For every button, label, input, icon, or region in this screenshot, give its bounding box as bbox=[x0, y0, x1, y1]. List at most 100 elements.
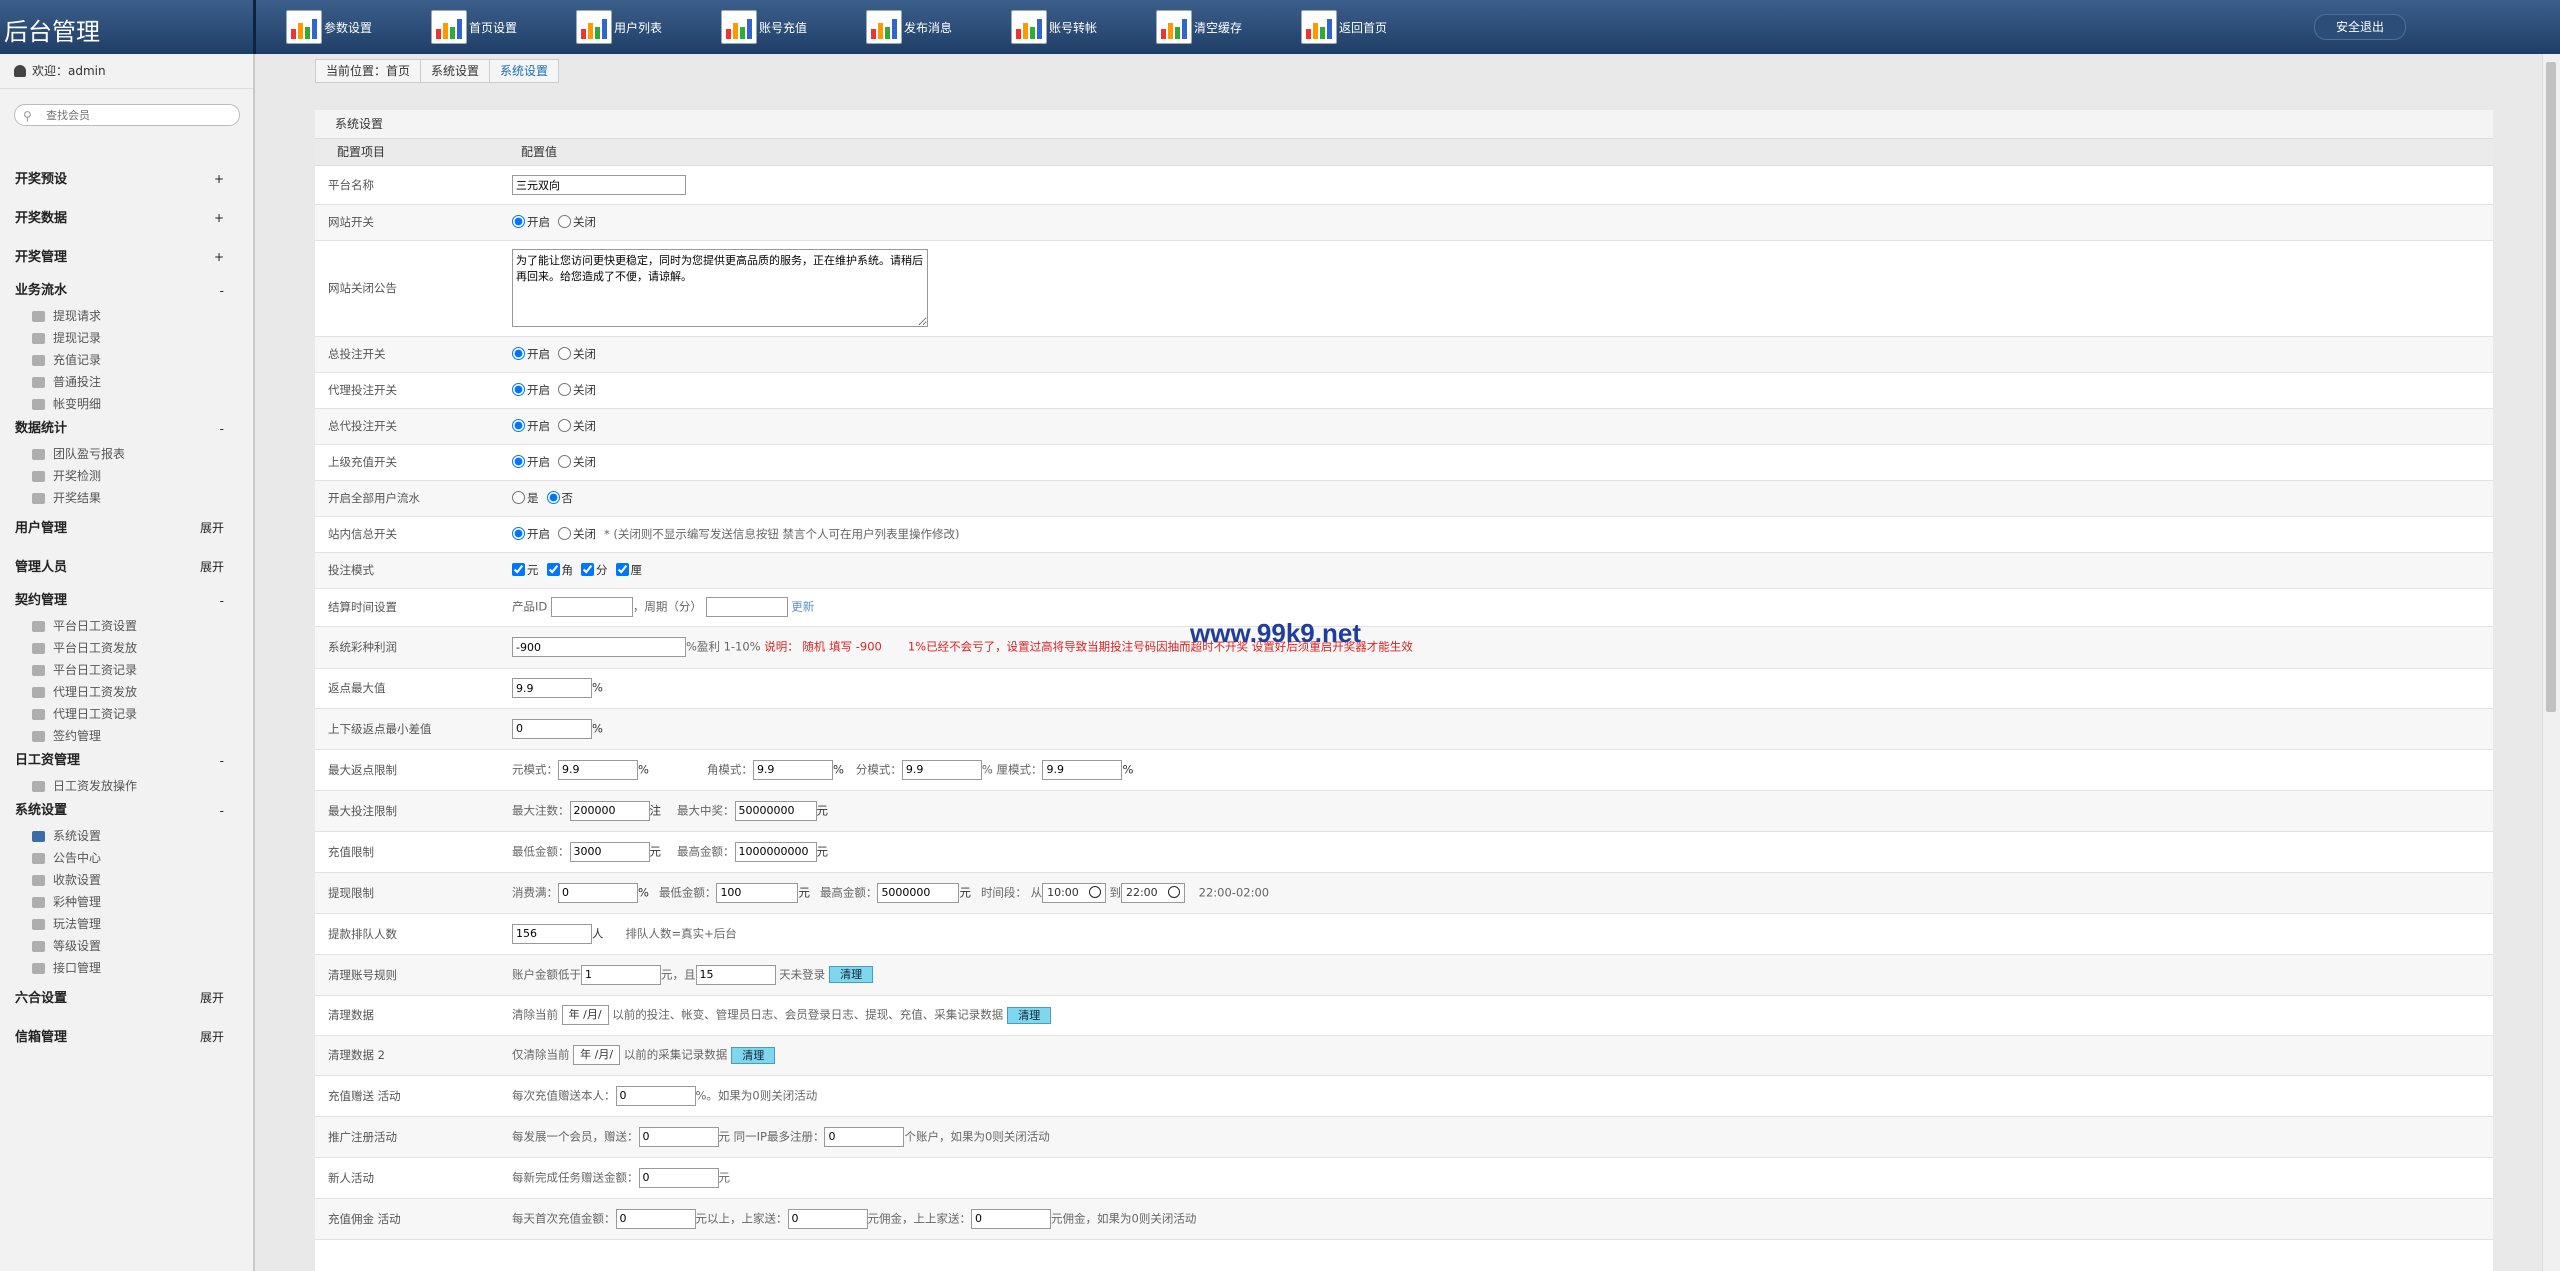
on-radio[interactable] bbox=[512, 347, 525, 360]
group-toggle[interactable]: 展开 bbox=[200, 1018, 224, 1057]
menu-group[interactable]: 系统设置 - bbox=[0, 797, 250, 825]
yes-radio[interactable] bbox=[512, 491, 525, 504]
sidebar-item[interactable]: 帐变明细 bbox=[0, 393, 250, 415]
menu-group[interactable]: 开奖管理 + bbox=[0, 238, 250, 277]
sidebar-item[interactable]: 团队盈亏报表 bbox=[0, 443, 250, 465]
sidebar-item[interactable]: 玩法管理 bbox=[0, 913, 250, 935]
member-search[interactable]: ⚲ bbox=[14, 104, 240, 126]
group-toggle[interactable]: 展开 bbox=[200, 548, 224, 587]
group-toggle[interactable]: - bbox=[220, 747, 224, 775]
sidebar-item[interactable]: 开奖结果 bbox=[0, 487, 250, 509]
group-toggle[interactable]: 展开 bbox=[200, 509, 224, 548]
menu-group[interactable]: 用户管理 展开 bbox=[0, 509, 250, 548]
site-on-radio[interactable] bbox=[512, 215, 525, 228]
off-radio[interactable] bbox=[558, 419, 571, 432]
consume-input[interactable] bbox=[558, 882, 638, 903]
sidebar-item[interactable]: 平台日工资设置 bbox=[0, 615, 250, 637]
recharge-max-input[interactable] bbox=[734, 841, 817, 862]
on-radio[interactable] bbox=[512, 455, 525, 468]
min-rebate-diff-input[interactable] bbox=[512, 718, 592, 739]
sidebar-item[interactable]: 彩种管理 bbox=[0, 891, 250, 913]
clean-days-input[interactable] bbox=[695, 964, 776, 985]
promo-gift-input[interactable] bbox=[638, 1126, 719, 1147]
group-toggle[interactable]: + bbox=[214, 199, 224, 238]
site-off-radio[interactable] bbox=[558, 215, 571, 228]
on-radio[interactable] bbox=[512, 383, 525, 396]
sidebar-item[interactable]: 日工资发放操作 bbox=[0, 775, 250, 797]
off-radio[interactable] bbox=[558, 347, 571, 360]
clean-date-input[interactable]: 年 /月/ bbox=[561, 1005, 609, 1025]
menu-group[interactable]: 契约管理 - bbox=[0, 587, 250, 615]
clean-date2-input[interactable]: 年 /月/ bbox=[573, 1045, 621, 1065]
first-recharge-input[interactable] bbox=[615, 1208, 696, 1229]
clean-accounts-button[interactable]: 清理 bbox=[829, 966, 874, 983]
sidebar-item[interactable]: 公告中心 bbox=[0, 847, 250, 869]
sidebar-item[interactable]: 代理日工资发放 bbox=[0, 681, 250, 703]
nav-back-home[interactable]: 返回首页 bbox=[1301, 6, 1446, 48]
withdraw-min-input[interactable] bbox=[716, 882, 799, 903]
withdraw-max-input[interactable] bbox=[877, 882, 960, 903]
sidebar-item[interactable]: 平台日工资发放 bbox=[0, 637, 250, 659]
max-win-input[interactable] bbox=[734, 800, 817, 821]
sidebar-item[interactable]: 普通投注 bbox=[0, 371, 250, 393]
breadcrumb-item[interactable]: 当前位置：首页 bbox=[315, 59, 421, 83]
sidebar-item[interactable]: 充值记录 bbox=[0, 349, 250, 371]
upline1-commission-input[interactable] bbox=[787, 1208, 868, 1229]
nav-clear-cache[interactable]: 清空缓存 bbox=[1156, 6, 1301, 48]
menu-group[interactable]: 开奖预设 + bbox=[0, 160, 250, 199]
off-radio[interactable] bbox=[558, 455, 571, 468]
mode-yuan-checkbox[interactable] bbox=[512, 563, 525, 576]
period-input[interactable] bbox=[705, 597, 788, 617]
nav-publish-message[interactable]: 发布消息 bbox=[866, 6, 1011, 48]
recharge-min-input[interactable] bbox=[569, 841, 650, 862]
menu-group[interactable]: 开奖数据 + bbox=[0, 199, 250, 238]
yuan-mode-input[interactable] bbox=[558, 759, 638, 780]
sidebar-item[interactable]: 提现记录 bbox=[0, 327, 250, 349]
sidebar-item[interactable]: 接口管理 bbox=[0, 957, 250, 979]
nav-home-settings[interactable]: 首页设置 bbox=[431, 6, 576, 48]
breadcrumb-item[interactable]: 系统设置 bbox=[420, 59, 490, 83]
close-notice-textarea[interactable]: 为了能让您访问更快更稳定，同时为您提供更高品质的服务，正在维护系统。请稍后再回来… bbox=[512, 249, 928, 327]
time-to-input[interactable]: 22:00 bbox=[1120, 882, 1185, 903]
sidebar-item[interactable]: 等级设置 bbox=[0, 935, 250, 957]
group-toggle[interactable]: + bbox=[214, 160, 224, 199]
max-bets-input[interactable] bbox=[569, 800, 650, 821]
page-scrollbar[interactable] bbox=[2542, 54, 2560, 1271]
clean-data2-button[interactable]: 清理 bbox=[731, 1046, 776, 1064]
clean-amount-input[interactable] bbox=[581, 964, 661, 985]
menu-group[interactable]: 数据统计 - bbox=[0, 415, 250, 443]
sidebar-item[interactable]: 平台日工资记录 bbox=[0, 659, 250, 681]
menu-group[interactable]: 业务流水 - bbox=[0, 277, 250, 305]
member-search-input[interactable] bbox=[43, 107, 223, 123]
mode-jiao-checkbox[interactable] bbox=[546, 563, 560, 576]
group-toggle[interactable]: - bbox=[220, 797, 224, 825]
group-toggle[interactable]: - bbox=[220, 415, 224, 443]
scrollbar-thumb[interactable] bbox=[2546, 62, 2556, 712]
menu-group[interactable]: 六合设置 展开 bbox=[0, 979, 250, 1018]
group-toggle[interactable]: - bbox=[220, 277, 224, 305]
newbie-gift-input[interactable] bbox=[638, 1167, 719, 1188]
profit-input[interactable] bbox=[512, 637, 686, 657]
no-radio[interactable] bbox=[546, 491, 560, 504]
sidebar-item-system-settings[interactable]: 系统设置 bbox=[0, 825, 250, 847]
update-link[interactable]: 更新 bbox=[791, 600, 814, 614]
sidebar-item[interactable]: 收款设置 bbox=[0, 869, 250, 891]
ip-max-input[interactable] bbox=[824, 1126, 905, 1147]
sidebar-item[interactable]: 代理日工资记录 bbox=[0, 703, 250, 725]
nav-params[interactable]: 参数设置 bbox=[286, 6, 431, 48]
product-id-input[interactable] bbox=[550, 597, 633, 617]
logout-button[interactable]: 安全退出 bbox=[2314, 14, 2406, 40]
fen-mode-input[interactable] bbox=[901, 759, 982, 780]
menu-group[interactable]: 管理人员 展开 bbox=[0, 548, 250, 587]
mode-li-checkbox[interactable] bbox=[615, 563, 629, 576]
clean-data-button[interactable]: 清理 bbox=[1007, 1006, 1052, 1024]
platform-name-input[interactable] bbox=[512, 174, 686, 195]
upline2-commission-input[interactable] bbox=[971, 1208, 1051, 1229]
nav-recharge[interactable]: 账号充值 bbox=[721, 6, 866, 48]
group-toggle[interactable]: - bbox=[220, 587, 224, 615]
menu-group[interactable]: 信箱管理 展开 bbox=[0, 1018, 250, 1057]
li-mode-input[interactable] bbox=[1042, 759, 1123, 780]
time-from-input[interactable]: 10:00 bbox=[1042, 882, 1106, 903]
recharge-gift-input[interactable] bbox=[615, 1085, 696, 1106]
menu-group[interactable]: 日工资管理 - bbox=[0, 747, 250, 775]
